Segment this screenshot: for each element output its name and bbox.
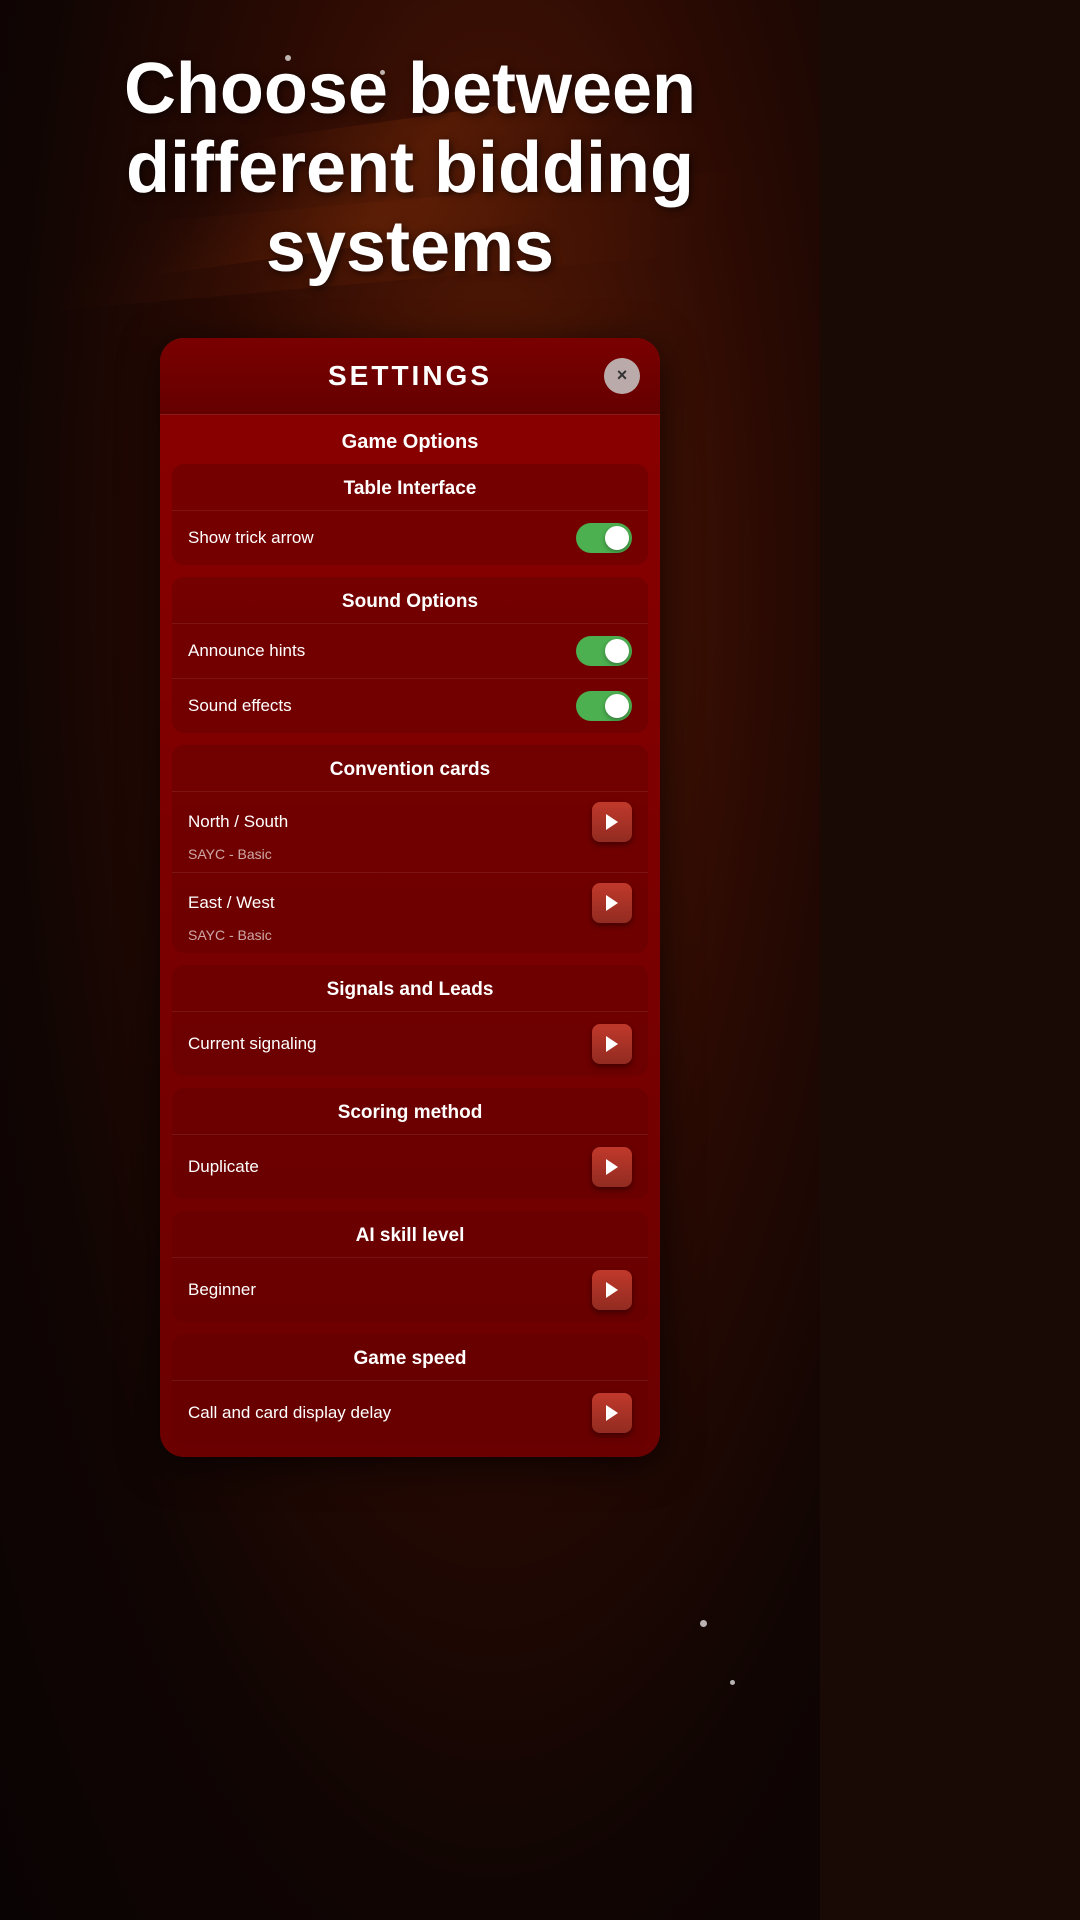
north-south-label: North / South <box>188 812 288 832</box>
east-west-row-top: East / West <box>188 883 632 923</box>
ai-skill-header: AI skill level <box>172 1211 648 1257</box>
table-interface-card: Table Interface Show trick arrow <box>172 464 648 565</box>
sound-options-header: Sound Options <box>172 577 648 623</box>
game-speed-card: Game speed Call and card display delay <box>172 1334 648 1445</box>
beginner-label: Beginner <box>188 1280 256 1300</box>
north-south-value: SAYC - Basic <box>188 846 632 862</box>
signals-leads-header: Signals and Leads <box>172 965 648 1011</box>
toggle-track-2 <box>576 636 632 666</box>
sound-effects-toggle[interactable] <box>576 691 632 721</box>
scoring-method-header: Scoring method <box>172 1088 648 1134</box>
convention-cards-card: Convention cards North / South SAYC - Ba… <box>172 745 648 953</box>
ai-skill-card: AI skill level Beginner <box>172 1211 648 1322</box>
show-trick-arrow-row: Show trick arrow <box>172 510 648 565</box>
call-card-delay-row: Call and card display delay <box>172 1380 648 1445</box>
sound-effects-row: Sound effects <box>172 678 648 733</box>
call-card-delay-label: Call and card display delay <box>188 1403 391 1423</box>
beginner-row: Beginner <box>172 1257 648 1322</box>
current-signaling-row: Current signaling <box>172 1011 648 1076</box>
sound-options-card: Sound Options Announce hints Sound effec… <box>172 577 648 733</box>
scoring-method-card: Scoring method Duplicate <box>172 1088 648 1199</box>
show-trick-arrow-toggle[interactable] <box>576 523 632 553</box>
show-trick-arrow-label: Show trick arrow <box>188 528 314 548</box>
current-signaling-arrow-button[interactable] <box>592 1024 632 1064</box>
toggle-thumb-2 <box>605 639 629 663</box>
settings-title: SETTINGS <box>328 360 492 392</box>
call-card-delay-arrow-button[interactable] <box>592 1393 632 1433</box>
toggle-thumb-3 <box>605 694 629 718</box>
close-button[interactable]: × <box>604 358 640 394</box>
signals-leads-card: Signals and Leads Current signaling <box>172 965 648 1076</box>
announce-hints-toggle[interactable] <box>576 636 632 666</box>
settings-header: SETTINGS × <box>160 338 660 415</box>
duplicate-label: Duplicate <box>188 1157 259 1177</box>
announce-hints-label: Announce hints <box>188 641 305 661</box>
settings-body: Game Options Table Interface Show trick … <box>160 415 660 1445</box>
toggle-track <box>576 523 632 553</box>
current-signaling-label: Current signaling <box>188 1034 317 1054</box>
north-south-row: North / South SAYC - Basic <box>172 791 648 872</box>
toggle-thumb <box>605 526 629 550</box>
table-interface-header: Table Interface <box>172 464 648 510</box>
east-west-value: SAYC - Basic <box>188 927 632 943</box>
game-speed-header: Game speed <box>172 1334 648 1380</box>
announce-hints-row: Announce hints <box>172 623 648 678</box>
north-south-row-top: North / South <box>188 802 632 842</box>
settings-panel: SETTINGS × Game Options Table Interface … <box>160 338 660 1457</box>
game-options-header: Game Options <box>160 415 660 464</box>
toggle-track-3 <box>576 691 632 721</box>
hero-title: Choose between different bidding systems <box>20 50 800 288</box>
convention-cards-header: Convention cards <box>172 745 648 791</box>
duplicate-arrow-button[interactable] <box>592 1147 632 1187</box>
north-south-arrow-button[interactable] <box>592 802 632 842</box>
east-west-arrow-button[interactable] <box>592 883 632 923</box>
duplicate-row: Duplicate <box>172 1134 648 1199</box>
beginner-arrow-button[interactable] <box>592 1270 632 1310</box>
sparkle-3 <box>730 1680 735 1685</box>
east-west-row: East / West SAYC - Basic <box>172 872 648 953</box>
east-west-label: East / West <box>188 893 275 913</box>
sound-effects-label: Sound effects <box>188 696 292 716</box>
page-content: Choose between different bidding systems… <box>0 0 820 1497</box>
sparkle-2 <box>700 1620 707 1627</box>
